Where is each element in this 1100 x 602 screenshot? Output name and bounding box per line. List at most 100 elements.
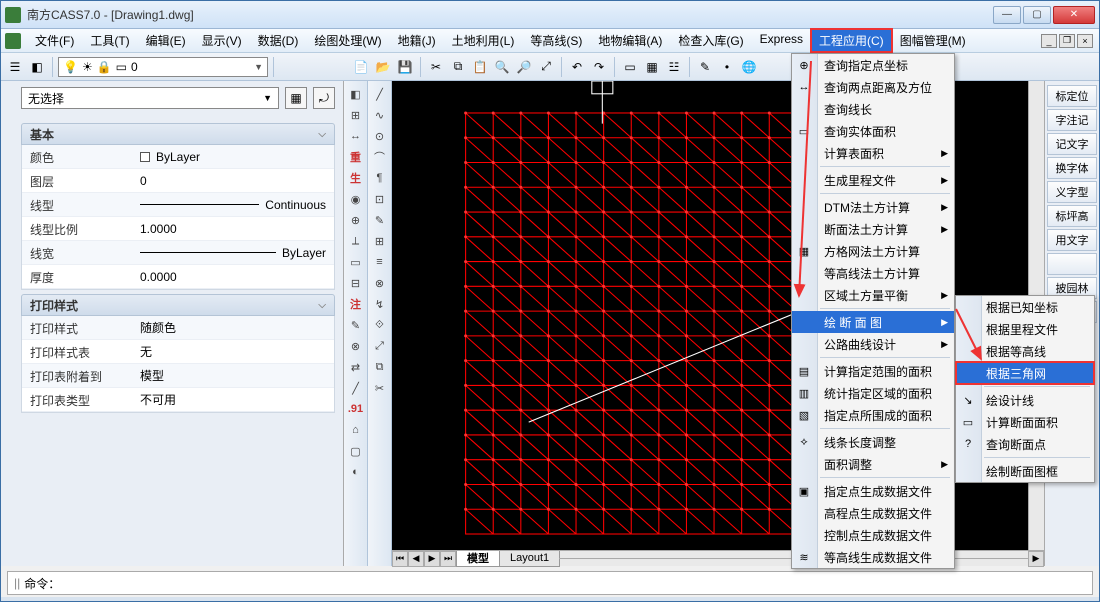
palette-button[interactable]: 用文字 (1047, 229, 1097, 251)
tool-label[interactable]: 重 (347, 148, 365, 166)
new-icon[interactable]: 📄 (351, 57, 371, 77)
submenu-item[interactable]: 根据里程文件 (956, 318, 1094, 340)
prop-row[interactable]: 打印表附着到模型 (22, 364, 334, 388)
pickadd-icon[interactable]: ⤾ (313, 87, 335, 109)
prop-row[interactable]: 打印表类型不可用 (22, 388, 334, 412)
menu-item[interactable]: ↔查询两点距离及方位 (792, 76, 954, 98)
cut-icon[interactable]: ✂ (426, 57, 446, 77)
section-plot[interactable]: 打印样式 ⌵ (21, 294, 335, 316)
dim-icon[interactable]: ▭ (620, 57, 640, 77)
menu-item[interactable]: 控制点生成数据文件 (792, 524, 954, 546)
tool-icon[interactable]: ⟂ (347, 232, 365, 250)
palette-button[interactable]: 标坪高 (1047, 205, 1097, 227)
menu-item[interactable]: ▤计算指定范围的面积 (792, 360, 954, 382)
menu-item[interactable]: ≋等高线生成数据文件 (792, 546, 954, 568)
scroll-last[interactable]: ⏭ (440, 551, 456, 567)
tab-layout1[interactable]: Layout1 (499, 551, 560, 567)
tool-icon[interactable]: ⤢ (371, 337, 389, 355)
tool-icon[interactable]: ▢ (347, 442, 365, 460)
tool-icon[interactable]: ⟐ (371, 316, 389, 334)
prop-row[interactable]: 打印样式表无 (22, 340, 334, 364)
tool-icon[interactable]: ↔ (347, 127, 365, 145)
menu-12[interactable]: 工程应用(C) (811, 29, 892, 52)
close-button[interactable]: ✕ (1053, 6, 1095, 24)
redo-icon[interactable]: ↷ (589, 57, 609, 77)
tool-label[interactable]: .91 (347, 400, 365, 418)
menu-item[interactable]: DTM法土方计算▶ (792, 196, 954, 218)
prop-row[interactable]: 颜色ByLayer (22, 145, 334, 169)
tool-icon[interactable]: ¶ (371, 169, 389, 187)
submenu-item[interactable]: 根据已知坐标 (956, 296, 1094, 318)
table-icon[interactable]: ▦ (642, 57, 662, 77)
zoom-out-icon[interactable]: 🔎 (514, 57, 534, 77)
tool-icon[interactable]: ⊗ (371, 274, 389, 292)
menu-9[interactable]: 地物编辑(A) (590, 29, 670, 52)
palette-button[interactable]: 义字型 (1047, 181, 1097, 203)
palette-button[interactable]: 标定位 (1047, 85, 1097, 107)
undo-icon[interactable]: ↶ (567, 57, 587, 77)
quick-select-icon[interactable]: ▦ (285, 87, 307, 109)
menu-item[interactable]: 计算表面积▶ (792, 142, 954, 164)
tool-icon[interactable]: ↯ (371, 295, 389, 313)
prop-row[interactable]: 厚度0.0000 (22, 265, 334, 289)
tool-icon[interactable]: ⊞ (347, 106, 365, 124)
tool-icon[interactable]: ⊡ (371, 190, 389, 208)
menu-item[interactable]: ▧指定点所围成的面积 (792, 404, 954, 426)
maximize-button[interactable]: ▢ (1023, 6, 1051, 24)
save-icon[interactable]: 💾 (395, 57, 415, 77)
zoom-ext-icon[interactable]: ⤢ (536, 57, 556, 77)
menu-10[interactable]: 检查入库(G) (670, 29, 751, 52)
menu-item[interactable]: ▣指定点生成数据文件 (792, 480, 954, 502)
submenu-item[interactable]: ▭计算断面面积 (956, 411, 1094, 433)
command-line[interactable]: || 命令： (7, 571, 1093, 595)
menu-item[interactable]: ▥统计指定区域的面积 (792, 382, 954, 404)
tool-icon[interactable]: ∿ (371, 106, 389, 124)
menu-11[interactable]: Express (752, 29, 811, 52)
menu-item[interactable]: ▦方格网法土方计算 (792, 240, 954, 262)
tool-icon[interactable]: ⊞ (371, 232, 389, 250)
menu-0[interactable]: 文件(F) (27, 29, 82, 52)
tab-model[interactable]: 模型 (456, 551, 500, 567)
point-icon[interactable]: • (717, 57, 737, 77)
menu-item[interactable]: 生成里程文件▶ (792, 169, 954, 191)
edit-icon[interactable]: ✎ (695, 57, 715, 77)
palette-button[interactable] (1047, 253, 1097, 275)
prop-row[interactable]: 线型比例1.0000 (22, 217, 334, 241)
props-icon[interactable]: ☳ (664, 57, 684, 77)
menu-item[interactable]: ▭查询实体面积 (792, 120, 954, 142)
tool-icon[interactable]: ⊟ (347, 274, 365, 292)
menu-item[interactable]: ⟡线条长度调整 (792, 431, 954, 453)
submenu-item[interactable]: 绘制断面图框 (956, 460, 1094, 482)
menu-item[interactable]: 断面法土方计算▶ (792, 218, 954, 240)
mdi-minimize[interactable]: _ (1041, 34, 1057, 48)
submenu-item[interactable]: 根据等高线 (956, 340, 1094, 362)
menu-13[interactable]: 图幅管理(M) (892, 29, 974, 52)
layers-icon[interactable]: ☰ (5, 57, 25, 77)
layer-combo[interactable]: 💡 ☀ 🔒 ▭ 0 ▼ (58, 57, 268, 77)
zoom-in-icon[interactable]: 🔍 (492, 57, 512, 77)
prop-row[interactable]: 线宽ByLayer (22, 241, 334, 265)
scroll-prev[interactable]: ◀ (408, 551, 424, 567)
mdi-close[interactable]: × (1077, 34, 1093, 48)
globe-icon[interactable]: 🌐 (739, 57, 759, 77)
tool-icon[interactable]: ⇄ (347, 358, 365, 376)
submenu-item[interactable]: ↘绘设计线 (956, 389, 1094, 411)
section-basic[interactable]: 基本 ⌵ (21, 123, 335, 145)
open-icon[interactable]: 📂 (373, 57, 393, 77)
tool-icon[interactable]: ✂ (371, 379, 389, 397)
tool-icon[interactable]: ⌂ (347, 421, 365, 439)
palette-button[interactable]: 字注记 (1047, 109, 1097, 131)
menu-item[interactable]: 等高线法土方计算 (792, 262, 954, 284)
tool-icon[interactable]: ⊗ (347, 337, 365, 355)
menu-item[interactable]: 区域土方量平衡▶ (792, 284, 954, 306)
menu-1[interactable]: 工具(T) (82, 29, 137, 52)
tool-icon[interactable]: ▭ (347, 253, 365, 271)
tool-icon[interactable]: ⊙ (371, 127, 389, 145)
palette-button[interactable]: 记文字 (1047, 133, 1097, 155)
submenu-item[interactable]: ?查询断面点 (956, 433, 1094, 455)
tool-icon[interactable]: ╱ (371, 85, 389, 103)
tool-icon[interactable]: ≡ (371, 253, 389, 271)
tool-icon[interactable]: ╱ (347, 379, 365, 397)
mdi-restore[interactable]: ❐ (1059, 34, 1075, 48)
menu-item[interactable]: 高程点生成数据文件 (792, 502, 954, 524)
